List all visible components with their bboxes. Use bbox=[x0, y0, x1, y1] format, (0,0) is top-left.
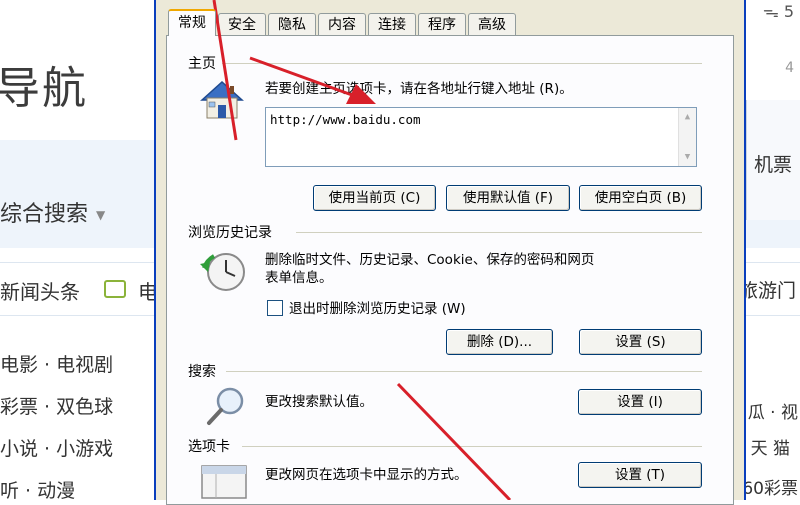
history-description-line2: 表单信息。 bbox=[265, 270, 333, 286]
use-blank-button[interactable]: 使用空白页 (B) bbox=[579, 185, 702, 211]
search-settings-button[interactable]: 设置 (I) bbox=[578, 389, 702, 415]
history-settings-button[interactable]: 设置 (S) bbox=[579, 329, 702, 355]
background-ticket-link[interactable]: 机票 bbox=[754, 150, 792, 177]
history-description-line1: 删除临时文件、历史记录、Cookie、保存的密码和网页 bbox=[265, 252, 595, 268]
chevron-down-icon: ▼ bbox=[96, 208, 106, 222]
background-list-item[interactable]: 听 · 动漫 bbox=[0, 470, 113, 500]
background-right-top: ᯓ 5 bbox=[762, 2, 794, 21]
homepage-description: 若要创建主页选项卡，请在各地址行键入地址 (R)。 bbox=[265, 81, 573, 97]
homepage-group-title: 主页 bbox=[188, 56, 216, 72]
tabs-window-icon bbox=[200, 460, 248, 504]
delete-on-exit-checkbox[interactable] bbox=[267, 300, 283, 316]
background-list-item[interactable]: 小说 · 小游戏 bbox=[0, 428, 113, 470]
tv-icon bbox=[104, 280, 126, 298]
background-right-item[interactable]: 天 猫 bbox=[751, 434, 790, 459]
general-tab-panel bbox=[166, 35, 734, 505]
background-right-small: 4 bbox=[785, 60, 794, 76]
group-divider bbox=[242, 446, 702, 447]
delete-on-exit-label[interactable]: 退出时删除浏览历史记录 (W) bbox=[289, 300, 466, 318]
tab-content[interactable]: 内容 bbox=[318, 13, 366, 36]
background-right-item[interactable]: 60彩票 bbox=[742, 474, 798, 499]
homepage-url-value: http://www.baidu.com bbox=[270, 112, 421, 127]
homepage-url-input[interactable]: http://www.baidu.com ▲ ▼ bbox=[265, 107, 697, 167]
background-title: 导航 bbox=[0, 63, 88, 114]
background-search-label[interactable]: 综合搜索 ▼ bbox=[0, 196, 105, 228]
tab-advanced[interactable]: 高级 bbox=[468, 13, 516, 36]
clock-history-icon bbox=[198, 248, 250, 298]
delete-history-button[interactable]: 删除 (D)... bbox=[446, 329, 553, 355]
tabs-description: 更改网页在选项卡中显示的方式。 bbox=[265, 467, 468, 483]
tabs-group-title: 选项卡 bbox=[188, 439, 230, 455]
scroll-down-icon[interactable]: ▼ bbox=[679, 148, 696, 166]
background-travel-link[interactable]: 旅游门 bbox=[739, 276, 796, 303]
magnifier-icon bbox=[204, 384, 248, 432]
background-list-item[interactable]: 彩票 · 双色球 bbox=[0, 386, 113, 428]
background-list: 电影 · 电视剧 彩票 · 双色球 小说 · 小游戏 听 · 动漫 bbox=[0, 344, 113, 500]
house-icon bbox=[196, 78, 248, 126]
tab-connections[interactable]: 连接 bbox=[368, 13, 416, 36]
use-default-button[interactable]: 使用默认值 (F) bbox=[446, 185, 570, 211]
tab-general[interactable]: 常规 bbox=[168, 9, 216, 36]
background-list-item[interactable]: 电影 · 电视剧 bbox=[0, 344, 113, 386]
background-news-label[interactable]: 新闻头条 bbox=[0, 276, 80, 305]
search-description: 更改搜索默认值。 bbox=[265, 394, 373, 410]
use-current-page-button[interactable]: 使用当前页 (C) bbox=[313, 185, 436, 211]
history-group-title: 浏览历史记录 bbox=[188, 225, 272, 241]
background-right-item[interactable]: 瓜 · 视 bbox=[748, 398, 798, 423]
group-divider bbox=[222, 63, 702, 64]
background-search-text: 综合搜索 bbox=[0, 202, 89, 227]
search-group-title: 搜索 bbox=[188, 364, 216, 380]
scroll-up-icon[interactable]: ▲ bbox=[679, 108, 696, 126]
tab-security[interactable]: 安全 bbox=[218, 13, 266, 36]
tabs-settings-button[interactable]: 设置 (T) bbox=[578, 462, 702, 488]
tab-programs[interactable]: 程序 bbox=[418, 13, 466, 36]
tab-privacy[interactable]: 隐私 bbox=[268, 13, 316, 36]
url-scrollbar[interactable]: ▲ ▼ bbox=[678, 108, 696, 166]
group-divider bbox=[296, 232, 702, 233]
tab-strip: 常规 安全 隐私 内容 连接 程序 高级 bbox=[168, 8, 518, 36]
group-divider bbox=[226, 371, 702, 372]
